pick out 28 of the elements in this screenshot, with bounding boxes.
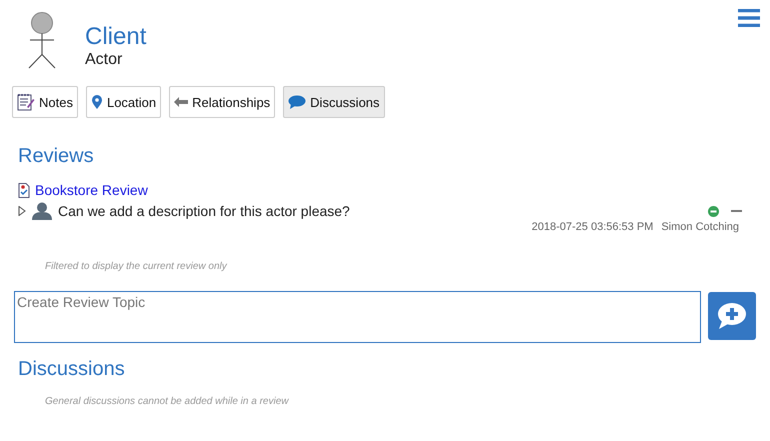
expand-icon[interactable] — [18, 206, 26, 216]
review-link[interactable]: Bookstore Review — [35, 182, 148, 198]
topic-input-field[interactable]: Create Review Topic — [14, 291, 701, 343]
add-topic-button[interactable] — [708, 292, 756, 340]
map-pin-icon — [90, 95, 103, 109]
notepad-icon — [17, 93, 35, 111]
section-heading: Discussions — [17, 358, 126, 381]
element-type: Actor — [85, 51, 124, 69]
tab[interactable]: Discussions — [283, 86, 385, 118]
arrow-left-icon — [174, 97, 188, 107]
tab[interactable]: Location — [86, 86, 162, 118]
filter-note: Filtered to display the current review only — [44, 261, 228, 272]
topic-text: Can we add a description for this actor please? — [58, 203, 351, 219]
minimize-icon[interactable] — [731, 210, 742, 212]
timestamp: 2018-07-25 03:56:53 PM — [532, 221, 654, 233]
tab[interactable]: Relationships — [169, 86, 276, 118]
stick-figure-icon — [28, 12, 56, 70]
add-comment-icon — [717, 302, 747, 330]
user-icon — [32, 202, 52, 220]
menu-icon[interactable] — [738, 9, 760, 27]
author: Simon Cotching — [661, 221, 739, 233]
tab[interactable]: Notes — [12, 86, 78, 118]
element-name: Client — [85, 23, 146, 51]
speech-bubble-icon — [288, 94, 306, 110]
status-icon — [708, 206, 719, 216]
section-heading: Reviews — [17, 145, 95, 168]
checklist-document-icon — [18, 182, 30, 198]
info-note: General discussions cannot be added while in a review — [44, 396, 290, 407]
